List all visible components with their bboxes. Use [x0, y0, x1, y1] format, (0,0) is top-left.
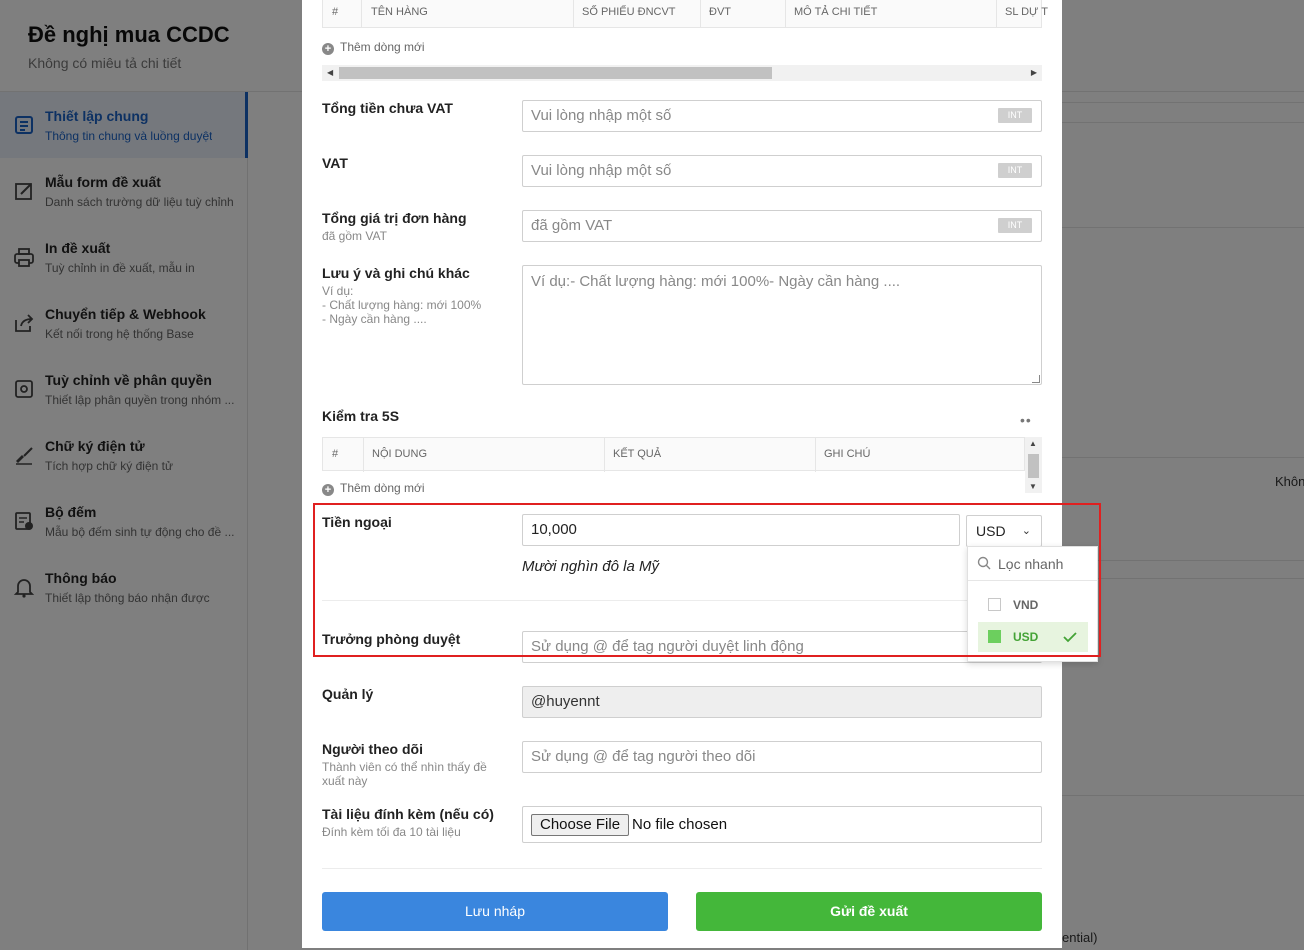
scroll-up-icon[interactable]: ▲ — [1029, 439, 1037, 448]
column-header: SỐ PHIẾU ĐNCVT — [582, 6, 676, 18]
subtotal-input[interactable]: Vui lòng nhập một số INT — [522, 100, 1042, 132]
order-total-input[interactable]: đã gồm VAT INT — [522, 210, 1042, 242]
plus-icon: + — [322, 43, 334, 55]
submit-request-button[interactable]: Gửi đề xuất — [696, 892, 1042, 931]
followers-label: Người theo dõi — [322, 741, 423, 757]
check-5s-label: Kiểm tra 5S — [322, 408, 400, 424]
column-header: # — [332, 6, 339, 18]
notes-sublabel: Ví dụ: - Chất lượng hàng: mới 100% - Ngà… — [322, 284, 482, 326]
resize-handle-icon[interactable] — [1032, 375, 1040, 383]
file-status: No file chosen — [632, 816, 728, 833]
column-header: # — [332, 448, 339, 460]
int-badge: INT — [998, 218, 1032, 233]
notes-textarea[interactable]: Ví dụ:- Chất lượng hàng: mới 100%- Ngày … — [522, 265, 1042, 385]
scroll-right-icon[interactable]: ▶ — [1031, 68, 1037, 77]
check-5s-scrollbar[interactable]: ▲ ▼ — [1025, 437, 1042, 493]
column-header: ĐVT — [709, 6, 731, 18]
column-header: GHI CHÚ — [824, 448, 871, 460]
more-options-icon[interactable]: •• — [1020, 412, 1032, 428]
column-header: SL DỰ T — [1005, 6, 1049, 18]
scrollbar-thumb[interactable] — [1028, 454, 1039, 478]
manager-input: @huyennt — [522, 686, 1042, 718]
subtotal-placeholder: Vui lòng nhập một số — [531, 107, 672, 124]
manager-label: Quản lý — [322, 686, 374, 702]
int-badge: INT — [998, 108, 1032, 123]
add-row-button[interactable]: + Thêm dòng mới — [322, 481, 425, 496]
plus-icon: + — [322, 484, 334, 496]
column-header: KẾT QUẢ — [613, 448, 662, 460]
choose-file-button[interactable]: Choose File — [531, 814, 630, 836]
highlight-box — [313, 503, 1101, 657]
items-table-scrollbar[interactable]: ◀ ▶ — [322, 65, 1042, 81]
items-table-header: # TÊN HÀNG SỐ PHIẾU ĐNCVT ĐVT MÔ TẢ CHI … — [322, 0, 1048, 28]
vat-placeholder: Vui lòng nhập một số — [531, 162, 672, 179]
manager-value: @huyennt — [531, 693, 600, 710]
save-draft-button[interactable]: Lưu nháp — [322, 892, 668, 931]
order-total-label: Tổng giá trị đơn hàng — [322, 210, 467, 226]
int-badge: INT — [998, 163, 1032, 178]
followers-input[interactable]: Sử dụng @ để tag người theo dõi — [522, 741, 1042, 773]
attachments-sublabel: Đính kèm tối đa 10 tài liệu — [322, 825, 461, 839]
request-form-modal: # TÊN HÀNG SỐ PHIẾU ĐNCVT ĐVT MÔ TẢ CHI … — [302, 0, 1062, 948]
column-header: NỘI DUNG — [372, 448, 427, 460]
subtotal-label: Tổng tiền chưa VAT — [322, 100, 453, 116]
check-5s-table-header: # NỘI DUNG KẾT QUẢ GHI CHÚ — [322, 437, 1025, 472]
followers-sublabel: Thành viên có thể nhìn thấy đề xuất này — [322, 760, 487, 788]
scroll-down-icon[interactable]: ▼ — [1029, 482, 1037, 491]
notes-placeholder: Ví dụ:- Chất lượng hàng: mới 100%- Ngày … — [531, 273, 901, 290]
add-row-label: Thêm dòng mới — [340, 481, 425, 495]
vat-input[interactable]: Vui lòng nhập một số INT — [522, 155, 1042, 187]
add-row-label: Thêm dòng mới — [340, 40, 425, 54]
attachments-label: Tài liệu đính kèm (nếu có) — [322, 806, 494, 822]
order-total-placeholder: đã gồm VAT — [531, 217, 613, 234]
vat-label: VAT — [322, 155, 348, 171]
followers-placeholder: Sử dụng @ để tag người theo dõi — [531, 748, 756, 765]
order-total-sublabel: đã gồm VAT — [322, 229, 387, 243]
notes-label: Lưu ý và ghi chú khác — [322, 265, 470, 281]
footer-divider — [322, 868, 1042, 869]
add-row-button[interactable]: + Thêm dòng mới — [322, 40, 425, 55]
column-header: TÊN HÀNG — [371, 6, 428, 18]
scrollbar-thumb[interactable] — [339, 67, 772, 79]
scroll-left-icon[interactable]: ◀ — [327, 68, 333, 77]
column-header: MÔ TẢ CHI TIẾT — [794, 6, 878, 18]
attachment-file-input[interactable]: Choose File No file chosen — [522, 806, 1042, 843]
